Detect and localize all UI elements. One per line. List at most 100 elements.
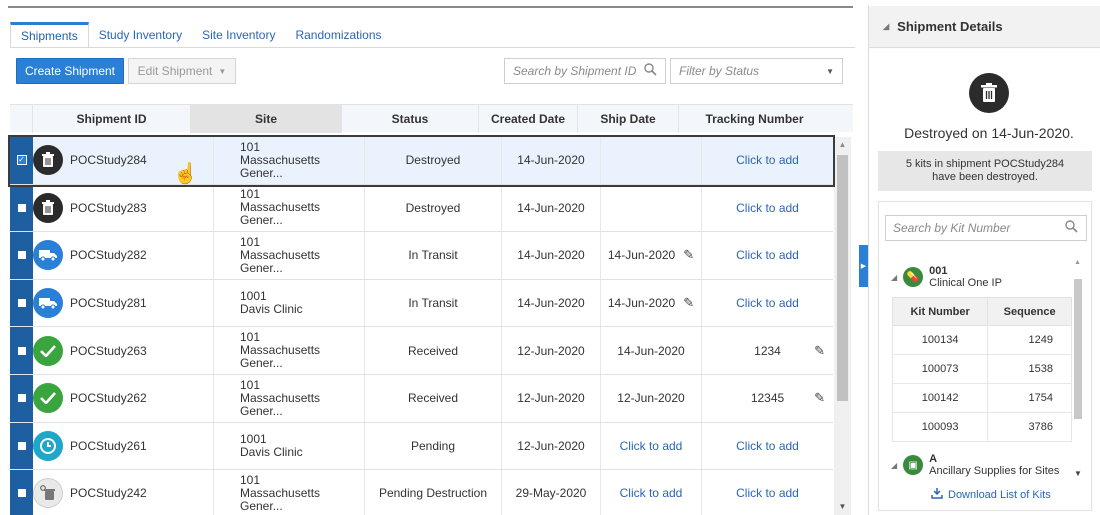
tracking-add-link[interactable]: Click to add [736,153,799,167]
pencil-icon[interactable]: ✎ [814,390,825,406]
table-row[interactable]: POCStudy282 101 Massachusetts Gener... I… [10,232,833,280]
tracking-number: 1234 [754,343,781,358]
expand-triangle-icon[interactable]: ◢ [891,273,897,282]
table-row[interactable]: POCStudy283 101 Massachusetts Gener... D… [10,184,833,233]
kit-list-scrollbar[interactable]: ▲ ▼ [1074,259,1084,479]
kit-number: 100093 [891,412,989,442]
ship-date-cell[interactable]: 14-Jun-2020 ✎ [601,232,702,279]
table-row[interactable]: POCStudy281 1001 Davis Clinic In Transit… [10,279,833,328]
expand-triangle-icon[interactable]: ◢ [891,461,897,470]
created-date-cell: 29-May-2020 [502,470,601,515]
ship-date-cell: 14-Jun-2020 [601,327,702,374]
tab-shipments[interactable]: Shipments [10,22,89,48]
created-date-cell: 14-Jun-2020 [502,232,601,279]
scroll-down-icon[interactable]: ▼ [834,499,851,515]
table-row[interactable]: POCStudy242 101 Massachusetts Gener... P… [10,470,833,515]
tracking-add-link[interactable]: Click to add [736,439,799,453]
details-header[interactable]: ◢ Shipment Details [869,6,1100,48]
tab-site-inventory[interactable]: Site Inventory [192,22,285,48]
kit-number: 100142 [891,383,989,413]
tracking-add-link[interactable]: Click to add [736,248,799,262]
column-header-tracking-number[interactable]: Tracking Number [679,105,830,133]
status-filter-select[interactable]: Filter by Status ▼ [670,58,843,84]
kit-group-001[interactable]: ◢ 💊 001 Clinical One IP [891,265,1002,289]
cube-icon: ▣ [903,455,924,475]
row-checkbox[interactable] [17,251,26,260]
scroll-up-icon[interactable]: ▲ [1074,259,1081,266]
kit-group-code: A [929,453,938,465]
ship-date-add-link[interactable]: Click to add [620,439,683,453]
scroll-up-icon[interactable]: ▲ [834,137,851,153]
column-header-status[interactable]: Status [342,105,479,133]
row-checkbox[interactable] [17,394,26,403]
table-row[interactable]: POCStudy261 1001 Davis Clinic Pending 12… [10,422,833,471]
row-select-bar[interactable] [10,470,33,515]
collapse-triangle-icon[interactable]: ◢ [883,22,889,31]
ship-date-cell: 12-Jun-2020 [601,374,702,422]
ship-date-cell[interactable]: 14-Jun-2020 ✎ [601,279,702,327]
tracking-cell: Click to add [702,232,833,279]
pencil-icon[interactable]: ✎ [683,295,694,311]
hand-cursor-icon: ☝ [173,163,198,185]
kit-sequence: 3786 [987,412,1072,442]
tab-randomizations[interactable]: Randomizations [285,22,391,48]
shipment-search-box [504,58,666,84]
kit-group-code: 001 [929,265,948,277]
row-checkbox[interactable]: ✓ [16,155,27,166]
column-header-site[interactable]: Site [191,105,342,133]
kit-number: 100134 [891,325,989,355]
row-select-bar[interactable] [10,374,33,422]
ship-date-add-link[interactable]: Click to add [620,486,683,500]
tracking-add-link[interactable]: Click to add [736,296,799,310]
row-checkbox[interactable] [17,299,26,308]
collapse-panel-icon[interactable]: ▶ [859,245,868,287]
table-row[interactable]: POCStudy263 101 Massachusetts Gener... R… [10,327,833,375]
column-header-shipment-id[interactable]: Shipment ID [33,105,191,133]
download-kits-link[interactable]: Download List of Kits [931,487,1051,502]
search-icon[interactable] [1065,220,1078,236]
row-checkbox[interactable] [17,346,26,355]
top-divider [8,6,853,8]
column-header-ship-date[interactable]: Ship Date [578,105,679,133]
tracking-add-link[interactable]: Click to add [736,486,799,500]
row-checkbox[interactable] [17,203,26,212]
table-row[interactable]: ✓ POCStudy284 101 Massachusetts Gener...… [8,135,835,187]
tab-study-inventory[interactable]: Study Inventory [89,22,192,48]
row-select-bar[interactable] [10,327,33,374]
kit-group-a[interactable]: ◢ ▣ A Ancillary Supplies for Sites [891,453,1059,477]
tracking-number: 12345 [750,391,785,406]
table-scrollbar[interactable]: ▲ ▼ [834,137,851,515]
create-shipment-button[interactable]: Create Shipment [16,58,124,84]
kit-search-input[interactable] [893,221,1053,235]
row-checkbox[interactable] [17,441,26,450]
edit-shipment-button[interactable]: Edit Shipment ▼ [128,58,236,84]
shipment-search-input[interactable] [513,64,637,78]
ship-date-value: 14-Jun-2020 [607,248,676,263]
site-number: 101 [240,472,261,487]
row-select-bar[interactable] [10,422,33,470]
row-checkbox[interactable] [17,489,26,498]
kit-column-header-kit-number[interactable]: Kit Number [891,297,989,326]
kit-group-name: Clinical One IP [929,277,1002,289]
search-icon[interactable] [644,63,657,79]
ship-date-cell [601,184,702,232]
row-select-bar[interactable]: ✓ [10,137,33,184]
site-number: 101 [240,139,261,154]
column-header-created-date[interactable]: Created Date [479,105,578,133]
scrollbar-thumb[interactable] [837,155,848,401]
row-select-bar[interactable] [10,279,33,327]
row-select-bar[interactable] [10,232,33,279]
tracking-cell[interactable]: 1234 ✎ [702,327,833,374]
kit-column-header-sequence[interactable]: Sequence [987,297,1072,326]
scroll-down-icon[interactable]: ▼ [1074,469,1082,478]
pencil-icon[interactable]: ✎ [814,343,825,359]
row-select-bar[interactable] [10,184,33,232]
table-row[interactable]: POCStudy262 101 Massachusetts Gener... R… [10,374,833,423]
pencil-icon[interactable]: ✎ [683,247,694,263]
scrollbar-thumb[interactable] [1074,279,1082,419]
tracking-add-link[interactable]: Click to add [736,201,799,215]
site-name: Massachusetts Gener... [240,343,321,371]
tracking-cell[interactable]: 12345 ✎ [702,375,833,422]
tracking-cell: Click to add [702,185,833,232]
created-date-cell: 12-Jun-2020 [502,374,601,422]
